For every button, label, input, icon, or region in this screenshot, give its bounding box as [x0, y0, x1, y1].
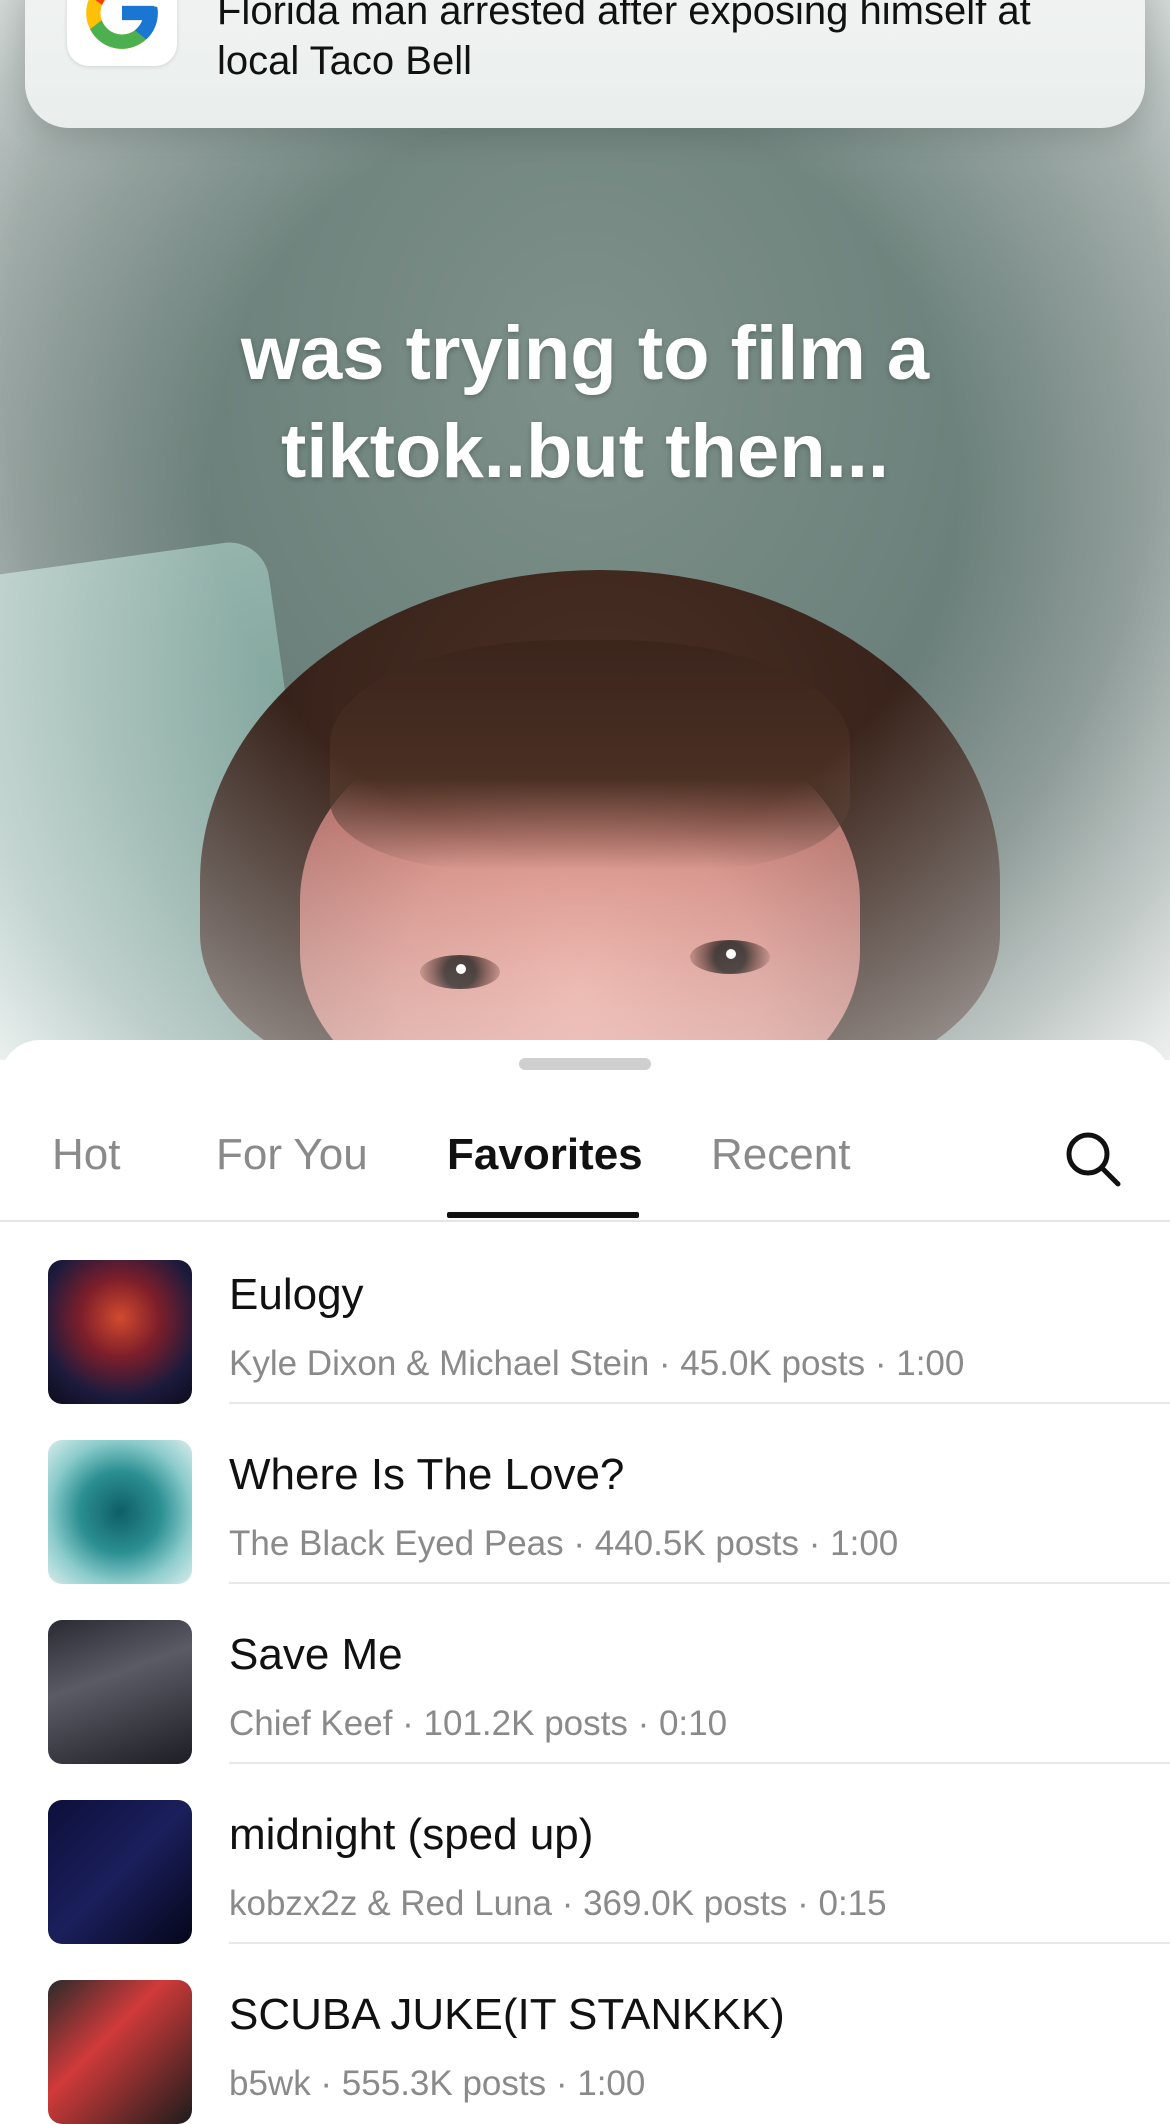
sounds-sheet: Hot For You Favorites Recent Eulogy Kyle…	[0, 1040, 1170, 2124]
video-preview[interactable]: was trying to film a tiktok..but then...	[0, 0, 1170, 1060]
caption-line-1: was trying to film a	[240, 311, 930, 396]
google-notification[interactable]: Florida man arrested after exposing hims…	[25, 0, 1145, 128]
sound-title: Eulogy	[229, 1270, 364, 1319]
album-art-save-me	[48, 1620, 192, 1764]
tab-hot[interactable]: Hot	[52, 1130, 120, 1180]
list-item[interactable]: Eulogy Kyle Dixon & Michael Stein · 45.0…	[0, 1222, 1170, 1404]
sound-list: Eulogy Kyle Dixon & Michael Stein · 45.0…	[0, 1222, 1170, 2124]
album-art-midnight	[48, 1800, 192, 1944]
album-art-where-is-the-love	[48, 1440, 192, 1584]
sound-title: SCUBA JUKE(IT STANKKK)	[229, 1990, 785, 2039]
video-caption: was trying to film a tiktok..but then...	[0, 305, 1170, 501]
album-art-eulogy	[48, 1260, 192, 1404]
sound-title: midnight (sped up)	[229, 1810, 594, 1859]
list-item[interactable]: Save Me Chief Keef · 101.2K posts · 0:10	[0, 1582, 1170, 1764]
sheet-drag-handle[interactable]	[519, 1058, 651, 1070]
sound-title: Where Is The Love?	[229, 1450, 625, 1499]
list-item[interactable]: SCUBA JUKE(IT STANKKK) b5wk · 555.3K pos…	[0, 1942, 1170, 2124]
notification-text: Florida man arrested after exposing hims…	[217, 0, 1031, 83]
sound-tabs: Hot For You Favorites Recent	[0, 1100, 1170, 1222]
list-item[interactable]: midnight (sped up) kobzx2z & Red Luna · …	[0, 1762, 1170, 1944]
sound-meta: Chief Keef · 101.2K posts · 0:10	[229, 1704, 728, 1743]
caption-line-2: tiktok..but then...	[281, 409, 889, 494]
list-item[interactable]: Where Is The Love? The Black Eyed Peas ·…	[0, 1402, 1170, 1584]
sound-meta: b5wk · 555.3K posts · 1:00	[229, 2064, 646, 2103]
album-art-scuba-juke	[48, 1980, 192, 2124]
video-vignette	[0, 0, 1170, 1060]
sound-meta: The Black Eyed Peas · 440.5K posts · 1:0…	[229, 1524, 899, 1563]
tab-for-you[interactable]: For You	[216, 1130, 368, 1180]
sound-title: Save Me	[229, 1630, 403, 1679]
sound-meta: kobzx2z & Red Luna · 369.0K posts · 0:15	[229, 1884, 887, 1923]
sound-meta: Kyle Dixon & Michael Stein · 45.0K posts…	[229, 1344, 965, 1383]
search-icon[interactable]	[1062, 1128, 1124, 1190]
tab-recent[interactable]: Recent	[711, 1130, 850, 1180]
active-tab-indicator	[447, 1212, 639, 1218]
tab-favorites[interactable]: Favorites	[447, 1130, 643, 1180]
google-g-icon	[67, 0, 177, 66]
